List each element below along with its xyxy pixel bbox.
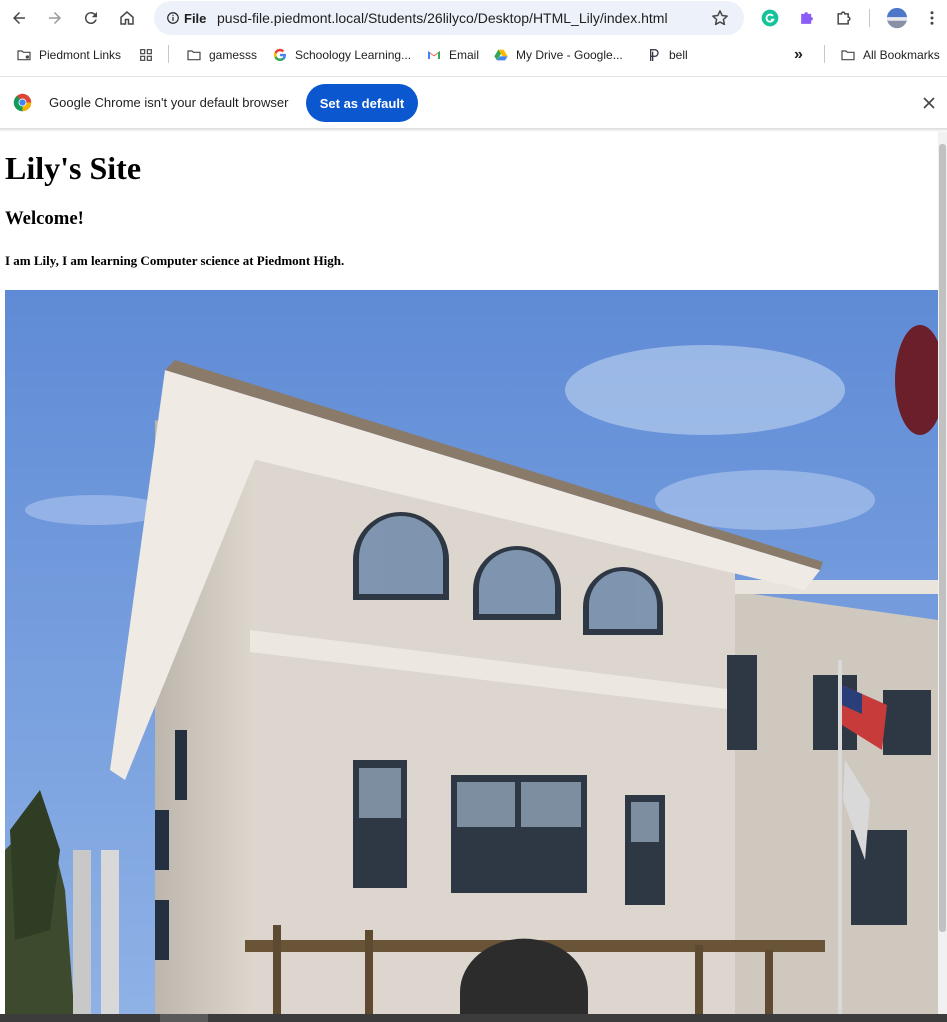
bookmark-label: Schoology Learning... (295, 48, 412, 62)
home-icon (120, 11, 134, 25)
url-text[interactable]: pusd-file.piedmont.local/Students/26lily… (217, 10, 668, 26)
bookmark-separator (824, 45, 825, 63)
bookmark-label: My Drive - Google... (516, 48, 623, 62)
bottom-shelf (0, 1014, 947, 1022)
page-scrollbar[interactable] (938, 132, 947, 1022)
page-title: Lily's Site (5, 150, 142, 186)
bookmark-label: Email (449, 48, 480, 62)
bottom-shelf-segment (160, 1014, 208, 1022)
back-button[interactable] (5, 4, 33, 32)
reload-icon (84, 12, 97, 25)
forward-arrow-icon (49, 12, 61, 24)
puzzle-extension-purple-icon[interactable] (795, 6, 819, 30)
back-arrow-icon (13, 12, 25, 24)
puzzle-icon (837, 11, 851, 25)
google-icon (273, 48, 286, 62)
folder-icon (187, 50, 201, 61)
bookmark-piedmont-links[interactable]: Piedmont Links (16, 45, 121, 65)
avatar-icon (886, 7, 908, 29)
google-drive-icon (494, 49, 508, 61)
gmail-icon (428, 51, 440, 59)
purple-extension-icon (801, 12, 813, 24)
bookmark-star-icon[interactable] (710, 8, 730, 28)
bookmark-label: gamesss (209, 48, 258, 62)
browser-toolbar: File pusd-file.piedmont.local/Students/2… (0, 0, 947, 36)
intro-text: I am Lily, I am learning Computer scienc… (5, 253, 345, 268)
folder-gear-icon (17, 50, 31, 61)
grammarly-extension-icon[interactable] (758, 6, 782, 30)
home-button[interactable] (113, 4, 141, 32)
bookmarks-bar: Piedmont Links gamesss Schoology Learnin… (0, 38, 947, 72)
bookmark-my-drive[interactable]: My Drive - Google... (493, 45, 623, 65)
bell-p-icon (650, 49, 659, 61)
bookmark-gamesss[interactable]: gamesss (186, 45, 257, 65)
chrome-menu-button[interactable] (920, 6, 944, 30)
scrollbar-thumb[interactable] (939, 144, 946, 932)
default-browser-infobar: Google Chrome isn't your default browser… (0, 76, 947, 128)
info-icon (167, 12, 179, 24)
bookmark-separator (168, 45, 169, 63)
toolbar-separator (869, 9, 870, 27)
web-page-content: Lily's Site Welcome! I am Lily, I am lea… (0, 132, 938, 1022)
site-chip-label: File (184, 10, 207, 26)
school-building-photo (5, 290, 938, 1022)
all-bookmarks-button[interactable]: All Bookmarks (840, 45, 940, 65)
bookmark-email[interactable]: Email (426, 45, 479, 65)
bookmark-label: Piedmont Links (39, 48, 122, 62)
forward-button[interactable] (41, 4, 69, 32)
extensions-button[interactable] (832, 6, 856, 30)
all-bookmarks-label: All Bookmarks (863, 48, 940, 62)
kebab-menu-icon (930, 11, 934, 25)
overflow-chevron-icon: » (794, 46, 803, 63)
welcome-heading: Welcome! (5, 208, 84, 229)
chrome-logo-icon (13, 93, 32, 112)
bookmark-label: bell (669, 48, 688, 62)
reload-button[interactable] (77, 4, 105, 32)
apps-grid-icon (140, 49, 152, 61)
profile-avatar[interactable] (885, 6, 909, 30)
bookmark-bell[interactable]: bell (646, 45, 688, 65)
bookmark-schoology[interactable]: Schoology Learning... (272, 45, 411, 65)
address-bar[interactable]: File pusd-file.piedmont.local/Students/2… (154, 1, 744, 35)
close-icon[interactable] (919, 93, 939, 113)
folder-icon (841, 50, 855, 61)
bookmark-apps[interactable] (138, 45, 154, 65)
set-as-default-button[interactable]: Set as default (306, 84, 418, 122)
building-image (5, 290, 938, 1022)
infobar-message: Google Chrome isn't your default browser (49, 95, 289, 110)
site-info-chip[interactable]: File (160, 6, 212, 30)
bookmarks-overflow-button[interactable]: » (794, 45, 803, 65)
grammarly-icon (761, 9, 779, 27)
